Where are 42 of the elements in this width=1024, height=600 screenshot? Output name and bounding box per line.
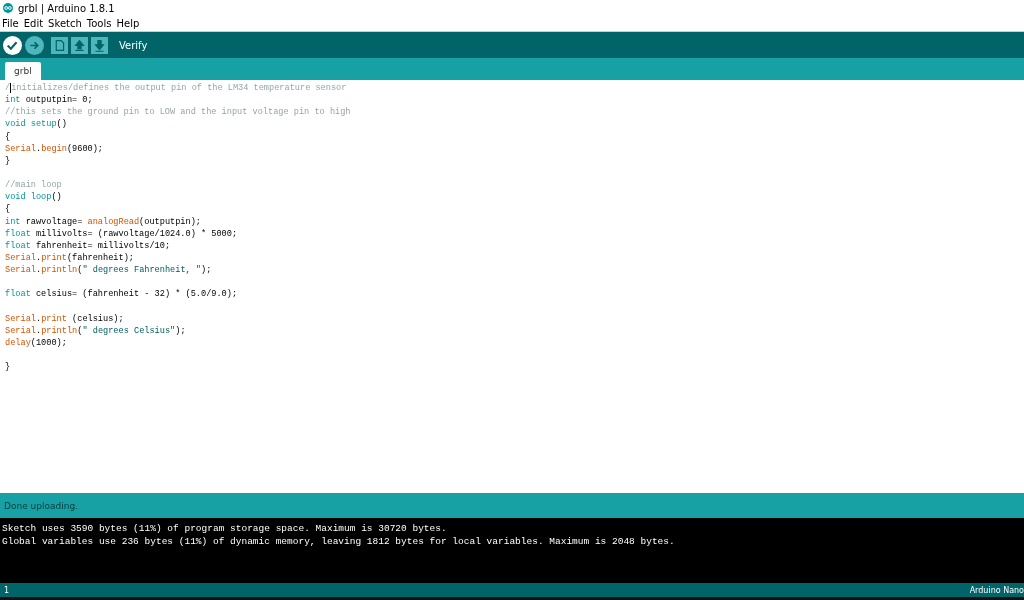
verify-button[interactable] <box>3 35 22 55</box>
status-bar: Done uploading. <box>0 493 1024 518</box>
code-line: Serial.println(" degrees Celsius"); <box>5 324 187 337</box>
menu-item[interactable]: Tools <box>86 18 112 29</box>
arrow-up-icon <box>73 38 86 52</box>
code-line: float celsius= (fahrenheit - 32) * (5.0/9.0); <box>5 288 239 301</box>
console-line: Sketch uses 3590 bytes (11%) of program storage space. Maximum is 30720 bytes. <box>2 522 448 535</box>
code-line: { <box>5 130 12 143</box>
line-number: 1 <box>4 585 10 595</box>
code-line: } <box>5 154 12 167</box>
console-line: Global variables use 236 bytes (11%) of dynamic memory, leaving 1812 bytes for local variables. Maximum is 2048 bytes. <box>2 535 676 548</box>
code-line: { <box>5 203 12 216</box>
code-line: int outputpin= 0; <box>5 94 94 107</box>
code-line: int rawvoltage= analogRead(outputpin); <box>5 215 202 228</box>
toolbar-hint: Verify <box>119 39 148 51</box>
document-icon <box>53 38 66 52</box>
code-line: float millivolts= (rawvoltage/1024.0) * 5000; <box>5 227 239 240</box>
arduino-logo-icon <box>3 3 13 13</box>
save-button[interactable] <box>91 36 108 54</box>
code-line: Serial.begin(9600); <box>5 142 105 155</box>
code-line: void loop() <box>5 191 63 204</box>
code-line: void setup() <box>5 118 68 131</box>
code-line: //main loop <box>5 179 63 192</box>
menu-item[interactable]: File <box>2 18 19 29</box>
window-title: grbl | Arduino 1.8.1 <box>18 2 115 14</box>
arrow-down-icon <box>93 38 106 52</box>
open-button[interactable] <box>71 36 88 54</box>
menu-item[interactable]: Help <box>116 18 140 29</box>
upload-button[interactable] <box>25 35 44 55</box>
code-line: delay(1000); <box>5 336 68 350</box>
code-line: /initializes/defines the output pin of the LM34 temperature sensor <box>5 82 348 95</box>
board-name: Arduino Nano <box>969 585 1024 595</box>
code-line: Serial.print(fahrenheit); <box>5 251 135 265</box>
menu-item[interactable]: Edit <box>23 18 44 29</box>
code-line: Serial.println(" degrees Fahrenheit, "); <box>5 264 213 277</box>
code-line: Serial.print (celsius); <box>5 312 125 325</box>
menu-item[interactable]: Sketch <box>48 18 82 29</box>
sketch-tab[interactable]: grbl <box>5 62 41 80</box>
new-button[interactable] <box>51 36 68 54</box>
code-line: //this sets the ground pin to LOW and the input voltage pin to high <box>5 106 352 119</box>
code-line: float fahrenheit= millivolts/10; <box>5 239 172 252</box>
code-line: } <box>5 361 12 374</box>
